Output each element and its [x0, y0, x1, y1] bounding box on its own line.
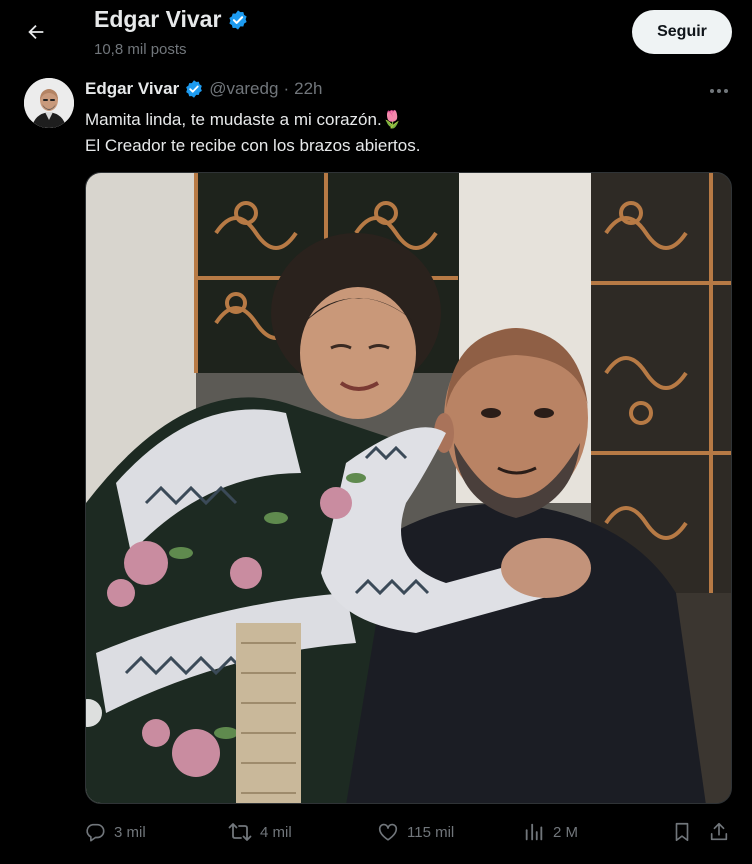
author-name[interactable]: Edgar Vivar: [85, 79, 179, 99]
verified-badge-icon: [227, 9, 249, 31]
repost-icon: [228, 821, 252, 843]
share-button[interactable]: [708, 818, 730, 846]
tweet-text-line-2: El Creador te recibe con los brazos abie…: [85, 136, 421, 155]
back-button[interactable]: [16, 12, 56, 52]
tulip-emoji: 🌷: [381, 110, 403, 129]
bookmark-button[interactable]: [671, 818, 693, 846]
author-line: Edgar Vivar @varedg · 22h: [85, 79, 322, 99]
profile-name: Edgar Vivar: [94, 6, 222, 32]
top-bar: Edgar Vivar 10,8 mil posts Seguir: [0, 0, 752, 66]
tweet-photo[interactable]: [85, 172, 732, 804]
post-page: Edgar Vivar 10,8 mil posts Seguir Edgar …: [0, 0, 752, 864]
like-count: 115 mil: [407, 823, 455, 841]
tweet-text: Mamita linda, te mudaste a mi corazón.🌷 …: [85, 107, 725, 159]
avatar[interactable]: [24, 78, 74, 128]
reply-button[interactable]: 3 mil: [84, 818, 146, 846]
profile-title: Edgar Vivar: [94, 6, 249, 33]
author-handle[interactable]: @varedg: [209, 79, 278, 99]
bookmark-icon: [671, 821, 693, 843]
reply-icon: [84, 821, 106, 843]
like-button[interactable]: 115 mil: [377, 818, 454, 846]
tweet-actions: 3 mil 4 mil 115 mil 2 M: [0, 812, 752, 852]
posts-count: 10,8 mil posts: [94, 41, 187, 58]
more-icon: [709, 88, 729, 94]
repost-button[interactable]: 4 mil: [228, 818, 292, 846]
tweet-text-line-1: Mamita linda, te mudaste a mi corazón.🌷: [85, 107, 725, 133]
tweet-timestamp[interactable]: 22h: [294, 79, 322, 99]
views-button[interactable]: 2 M: [523, 818, 578, 846]
like-icon: [377, 821, 399, 843]
verified-badge-icon: [184, 79, 204, 99]
back-arrow-icon: [25, 21, 47, 43]
tweet-line-1-text: Mamita linda, te mudaste a mi corazón.: [85, 110, 382, 129]
more-options-button[interactable]: [704, 80, 734, 102]
repost-count: 4 mil: [260, 823, 292, 841]
views-icon: [523, 821, 545, 843]
share-icon: [708, 821, 730, 843]
views-count: 2 M: [553, 823, 579, 841]
reply-count: 3 mil: [114, 823, 146, 841]
separator-dot: ·: [283, 79, 290, 98]
follow-button[interactable]: Seguir: [632, 10, 732, 54]
